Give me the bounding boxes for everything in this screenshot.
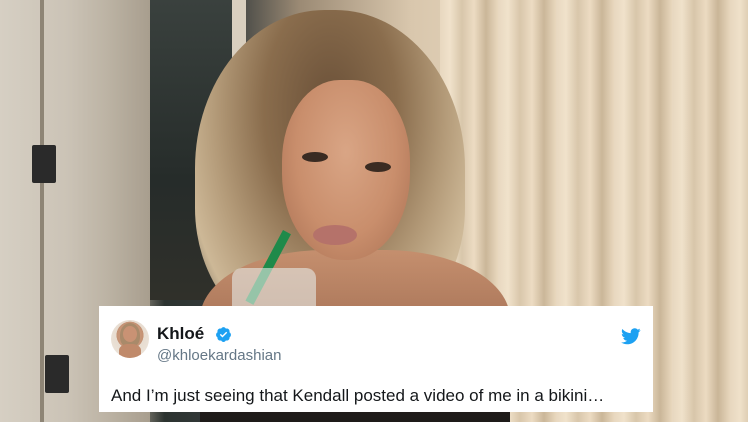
user-handle[interactable]: @khloekardashian: [157, 347, 281, 365]
verified-badge-icon: [215, 326, 232, 343]
photo-scene: Khloé @khloekardashian And I’m just seei…: [0, 0, 748, 422]
person-lips: [313, 225, 357, 245]
door-edge: [40, 0, 44, 422]
door-hinge-bottom: [45, 355, 69, 393]
tweet-text: And I’m just seeing that Kendall posted …: [111, 386, 605, 405]
display-name[interactable]: Khloé: [157, 324, 204, 344]
door-hinge-top: [32, 145, 56, 183]
avatar-body: [119, 344, 141, 358]
tweet-card[interactable]: Khloé @khloekardashian And I’m just seei…: [99, 306, 653, 412]
twitter-bird-icon[interactable]: [621, 328, 641, 345]
person-eye-right: [365, 162, 391, 172]
profile-avatar[interactable]: [111, 320, 149, 358]
avatar-head: [123, 326, 137, 342]
person-eye-left: [302, 152, 328, 162]
